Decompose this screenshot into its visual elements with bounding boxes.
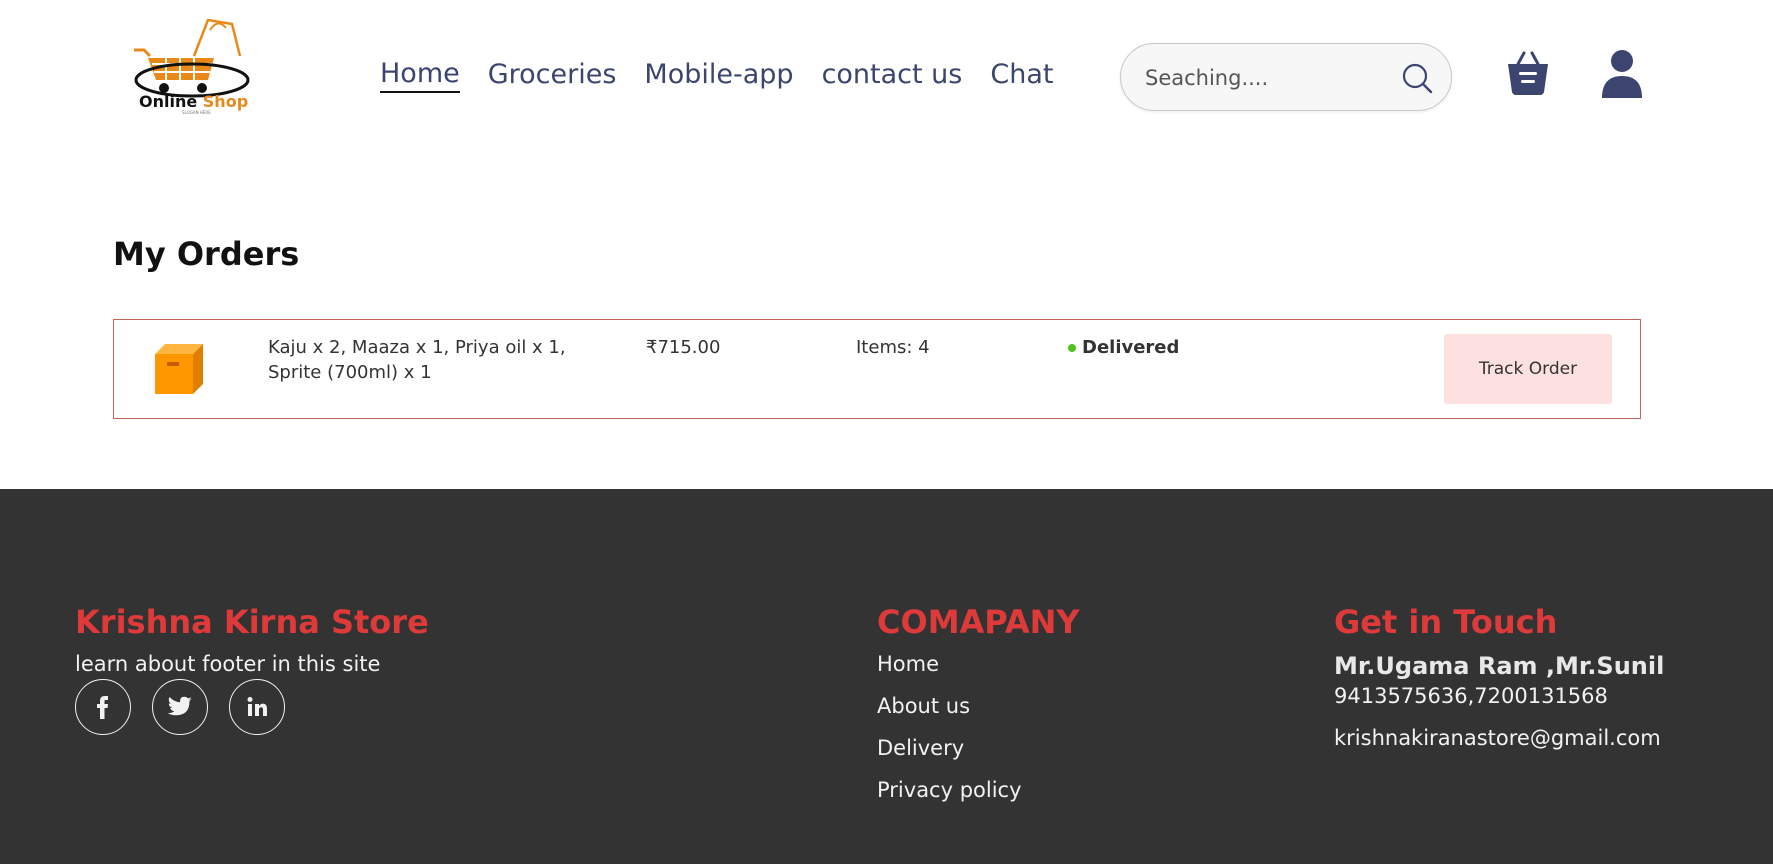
- footer-contact-title: Get in Touch: [1334, 603, 1558, 641]
- facebook-link[interactable]: [75, 679, 131, 735]
- search-input[interactable]: [1145, 62, 1395, 94]
- nav-mobile-app[interactable]: Mobile-app: [644, 57, 793, 93]
- order-status: Delivered: [1068, 335, 1179, 360]
- facebook-icon: [97, 696, 108, 719]
- twitter-icon: [167, 696, 192, 716]
- nav-contact-us[interactable]: contact us: [822, 57, 963, 93]
- linkedin-link[interactable]: [229, 679, 285, 735]
- footer-link-delivery[interactable]: Delivery: [877, 736, 964, 760]
- footer-contact-email[interactable]: krishnakiranastore@gmail.com: [1334, 726, 1661, 750]
- box-icon: [155, 344, 203, 394]
- order-item-count: Items: 4: [856, 337, 930, 358]
- footer-brand-title: Krishna Kirna Store: [75, 603, 429, 641]
- page-title: My Orders: [113, 235, 300, 273]
- footer-company-title: COMAPANY: [877, 603, 1080, 641]
- footer-contact-phones: 9413575636,7200131568: [1334, 684, 1608, 708]
- status-dot-icon: [1068, 343, 1076, 352]
- order-row: Kaju x 2, Maaza x 1, Priya oil x 1, Spri…: [113, 319, 1641, 419]
- footer-link-home[interactable]: Home: [877, 652, 939, 676]
- footer-link-about-us[interactable]: About us: [877, 694, 970, 718]
- cart-basket-icon[interactable]: [1506, 50, 1550, 96]
- order-price: ₹715.00: [646, 337, 721, 358]
- search-bar: [1120, 43, 1452, 111]
- linkedin-icon: [247, 697, 267, 716]
- logo-text-accent: Shop: [202, 92, 249, 111]
- nav-home[interactable]: Home: [380, 57, 460, 93]
- footer-brand-tagline: learn about footer in this site: [75, 652, 381, 676]
- search-icon[interactable]: [1401, 62, 1433, 94]
- track-order-button[interactable]: Track Order: [1444, 334, 1612, 404]
- logo-text-main: Online: [139, 92, 198, 111]
- logo-tagline: SLOGAN HERE: [182, 110, 211, 115]
- site-footer: Krishna Kirna Store learn about footer i…: [0, 489, 1773, 864]
- footer-link-privacy-policy[interactable]: Privacy policy: [877, 778, 1022, 802]
- twitter-link[interactable]: [152, 679, 208, 735]
- order-items: Kaju x 2, Maaza x 1, Priya oil x 1, Spri…: [268, 337, 566, 383]
- footer-contact-names: Mr.Ugama Ram ,Mr.Sunil: [1334, 652, 1665, 680]
- status-label: Delivered: [1082, 337, 1180, 358]
- site-header: Online Shop SLOGAN HERE Home Groceries M…: [0, 0, 1773, 150]
- nav-groceries[interactable]: Groceries: [488, 57, 617, 93]
- nav-chat[interactable]: Chat: [990, 57, 1053, 93]
- user-icon[interactable]: [1602, 50, 1642, 98]
- main-nav: Home Groceries Mobile-app contact us Cha…: [380, 57, 1081, 93]
- logo-wordmark: Online Shop: [139, 92, 248, 111]
